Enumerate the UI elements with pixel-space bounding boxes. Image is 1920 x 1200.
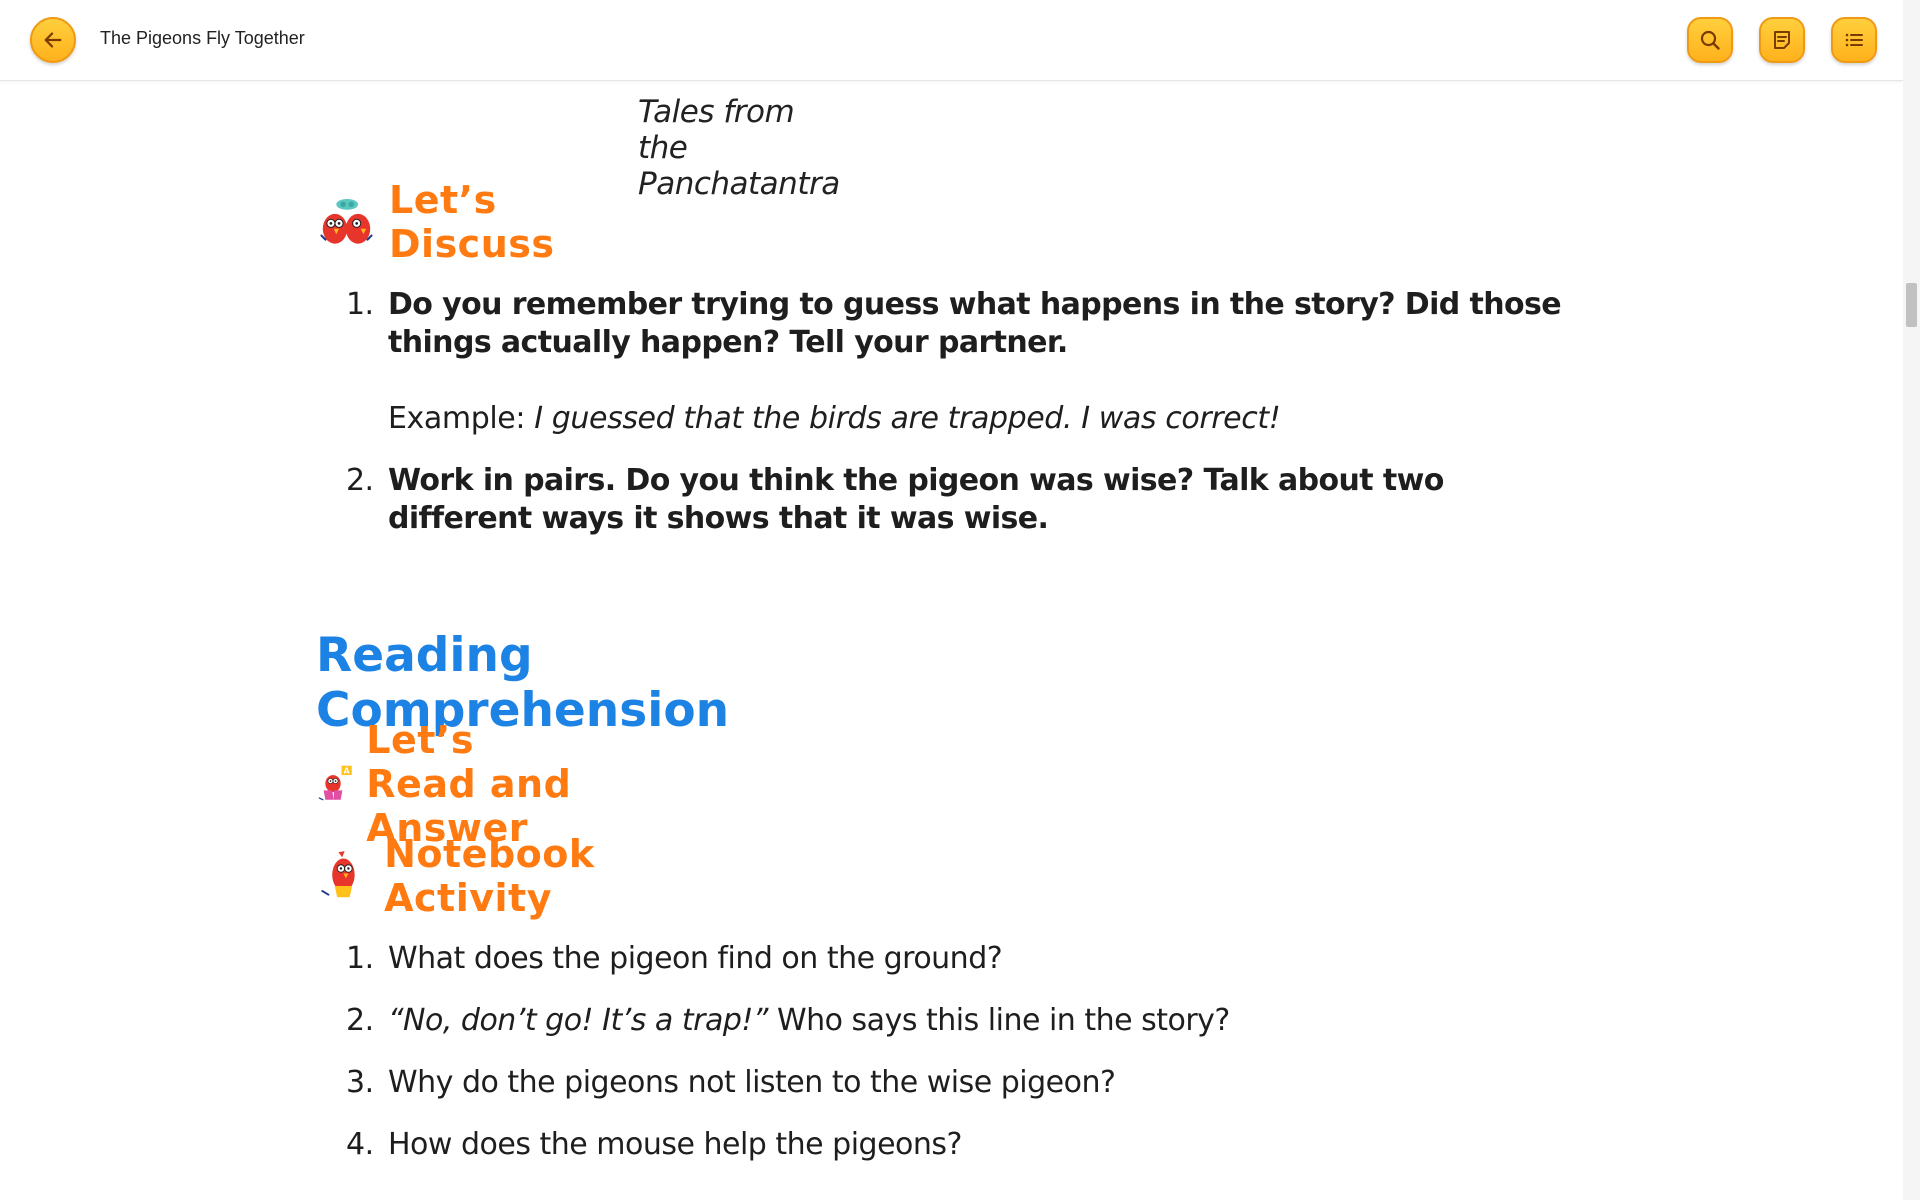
back-button[interactable] [30, 17, 76, 63]
list-number: 4. [346, 1127, 374, 1162]
list-number: 2. [346, 463, 374, 498]
top-bar: The Pigeons Fly Together [0, 0, 1903, 81]
discuss-questions: 1. Do you remember trying to guess what … [316, 286, 1576, 538]
question-text: How does the mouse help the pigeons? [388, 1127, 962, 1162]
lets-discuss-heading: Let’s Discuss [316, 178, 584, 266]
quoted-line: “No, don’t go! It’s a trap!” [388, 1003, 768, 1038]
example-label: Example: [388, 401, 535, 436]
notebook-questions: 1. What does the pigeon find on the grou… [316, 940, 1576, 1188]
section-heading-label: Notebook Activity [384, 832, 595, 920]
arrow-left-icon [44, 32, 62, 48]
list-item: 2. Work in pairs. Do you think the pigeo… [316, 462, 1576, 538]
list-number: 1. [346, 941, 374, 976]
notes-button[interactable] [1759, 17, 1805, 63]
svg-text:A: A [344, 766, 350, 775]
list-icon [1845, 33, 1863, 47]
reading-bird-icon: A [318, 765, 352, 801]
search-button[interactable] [1687, 17, 1733, 63]
list-item: 4. How does the mouse help the pigeons? [316, 1126, 1576, 1164]
list-number: 2. [346, 1003, 374, 1038]
scrollbar-thumb[interactable] [1906, 283, 1917, 327]
notes-icon [1774, 31, 1790, 49]
list-item: 1. Do you remember trying to guess what … [316, 286, 1576, 438]
story-source: Tales from the Panchatantra [638, 94, 840, 202]
discussing-birds-icon [320, 198, 373, 244]
section-heading-label: Let’s Read and Answer [366, 718, 572, 850]
list-item: 1. What does the pigeon find on the grou… [316, 940, 1576, 978]
notebook-activity-heading: Notebook Activity [316, 832, 629, 920]
example-line: Example: I guessed that the birds are tr… [388, 400, 1576, 438]
example-text: I guessed that the birds are trapped. I … [534, 401, 1281, 436]
list-item: 2. “No, don’t go! It’s a trap!” Who says… [316, 1002, 1576, 1040]
book-title: The Pigeons Fly Together [100, 28, 305, 48]
question-text: Work in pairs. Do you think the pigeon w… [388, 463, 1444, 536]
list-number: 3. [346, 1065, 374, 1100]
table-of-contents-button[interactable] [1831, 17, 1877, 63]
lets-read-and-answer-heading: A Let’s Read and Answer [316, 718, 580, 850]
search-icon [1700, 30, 1720, 50]
notebook-bird-icon [321, 851, 355, 898]
question-text: Do you remember trying to guess what hap… [388, 287, 1562, 360]
question-text: What does the pigeon find on the ground? [388, 941, 1003, 976]
list-number: 1. [346, 287, 374, 322]
question-text: Why do the pigeons not listen to the wis… [388, 1065, 1116, 1100]
section-heading-label: Let’s Discuss [389, 178, 555, 266]
question-text: Who says this line in the story? [767, 1003, 1230, 1038]
scrollbar-track[interactable] [1903, 0, 1920, 1200]
list-item: 3. Why do the pigeons not listen to the … [316, 1064, 1576, 1102]
